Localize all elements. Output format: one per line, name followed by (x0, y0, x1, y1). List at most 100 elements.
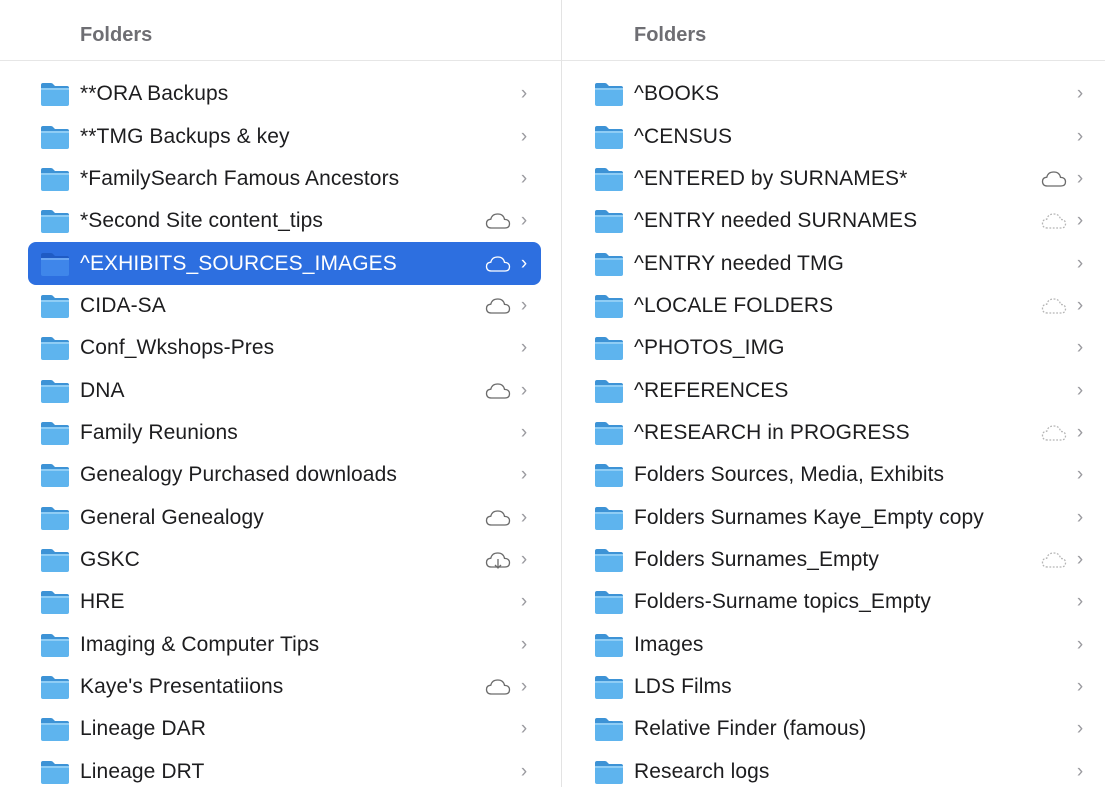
folder-row[interactable]: Folders Sources, Media, Exhibits › (584, 454, 1095, 496)
chevron-right-icon: › (1076, 464, 1084, 486)
cloud-dashed-icon (1041, 298, 1067, 314)
folder-name: ^EXHIBITS_SOURCES_IMAGES (80, 251, 397, 275)
folder-name: Kaye's Presentatiions (80, 674, 284, 698)
chevron-right-icon: › (520, 464, 528, 486)
cloud-icon (485, 679, 511, 695)
folder-row[interactable]: *Second Site content_tips › (28, 200, 541, 242)
chevron-right-icon: › (1076, 125, 1084, 147)
folder-row[interactable]: Lineage DAR › (28, 708, 541, 750)
folder-row[interactable]: ^BOOKS › (584, 73, 1095, 115)
chevron-right-icon: › (1076, 760, 1084, 782)
folder-row[interactable]: ^PHOTOS_IMG › (584, 327, 1095, 369)
left-column[interactable]: Folders **ORA Backups › **TMG Backups & ke… (0, 0, 562, 787)
folder-name: Conf_Wkshops-Pres (80, 336, 275, 360)
chevron-right-icon: › (520, 421, 528, 443)
folder-name: *FamilySearch Famous Ancestors (80, 166, 400, 190)
folder-row[interactable]: Kaye's Presentatiions › (28, 666, 541, 708)
folder-row[interactable]: ^RESEARCH in PROGRESS › (584, 412, 1095, 454)
folder-icon (595, 252, 623, 276)
folder-name: ^REFERENCES (634, 378, 789, 402)
folder-row[interactable]: ^REFERENCES › (584, 369, 1095, 411)
cloud-download-icon (485, 552, 511, 569)
cloud-dashed-icon (1041, 213, 1067, 229)
folder-row[interactable]: Images › (584, 623, 1095, 665)
chevron-right-icon: › (520, 760, 528, 782)
cloud-dashed-icon (1041, 425, 1067, 441)
folder-name: LDS Films (634, 674, 732, 698)
folder-row[interactable]: Folders-Surname topics_Empty › (584, 581, 1095, 623)
folder-row[interactable]: ^ENTERED by SURNAMES* › (584, 158, 1095, 200)
chevron-right-icon: › (1076, 337, 1084, 359)
folder-icon (41, 760, 69, 784)
folder-icon (41, 125, 69, 149)
folder-icon (41, 252, 69, 276)
folder-row[interactable]: Family Reunions › (28, 412, 541, 454)
folder-icon (595, 167, 623, 191)
folder-name: **ORA Backups (80, 82, 229, 106)
folder-row[interactable]: ^ENTRY needed TMG › (584, 242, 1095, 284)
folder-row[interactable]: Folders Surnames_Empty › (584, 539, 1095, 581)
folder-name: HRE (80, 590, 125, 614)
chevron-right-icon: › (1076, 506, 1084, 528)
folder-row[interactable]: *FamilySearch Famous Ancestors › (28, 158, 541, 200)
right-column-header: Folders (562, 0, 1105, 61)
folder-row[interactable]: Genealogy Purchased downloads › (28, 454, 541, 496)
chevron-right-icon: › (1076, 591, 1084, 613)
folder-name: **TMG Backups & key (80, 124, 290, 148)
folder-row[interactable]: ^LOCALE FOLDERS › (584, 285, 1095, 327)
folder-name: Lineage DRT (80, 759, 205, 783)
chevron-right-icon: › (1076, 633, 1084, 655)
chevron-right-icon: › (520, 506, 528, 528)
folder-row[interactable]: Research logs › (584, 751, 1095, 787)
folder-row[interactable]: Relative Finder (famous) › (584, 708, 1095, 750)
folder-name: GSKC (80, 547, 140, 571)
chevron-right-icon: › (520, 591, 528, 613)
folder-name: ^ENTERED by SURNAMES* (634, 166, 908, 190)
chevron-right-icon: › (1076, 83, 1084, 105)
folder-name: ^ENTRY needed TMG (634, 251, 844, 275)
folder-row[interactable]: Imaging & Computer Tips › (28, 623, 541, 665)
chevron-right-icon: › (520, 252, 528, 274)
folder-name: *Second Site content_tips (80, 209, 323, 233)
folder-name: Images (634, 632, 704, 656)
folder-name: Folders Surnames_Empty (634, 547, 879, 571)
chevron-right-icon: › (1076, 421, 1084, 443)
folder-name: Lineage DAR (80, 717, 207, 741)
chevron-right-icon: › (520, 337, 528, 359)
folder-icon (595, 633, 623, 657)
folder-row[interactable]: CIDA-SA › (28, 285, 541, 327)
left-folder-list: **ORA Backups › **TMG Backups & key › *Famil… (0, 73, 561, 787)
folder-row[interactable]: LDS Films › (584, 666, 1095, 708)
folder-icon (595, 83, 623, 107)
chevron-right-icon: › (520, 675, 528, 697)
folder-name: ^RESEARCH in PROGRESS (634, 420, 910, 444)
folder-row[interactable]: General Genealogy › (28, 496, 541, 538)
folder-row[interactable]: Folders Surnames Kaye_Empty copy › (584, 496, 1095, 538)
right-column[interactable]: Folders ^BOOKS › ^CENSUS › ^ENTERED by SURNA… (562, 0, 1105, 787)
chevron-right-icon: › (1076, 294, 1084, 316)
folder-row[interactable]: DNA › (28, 369, 541, 411)
folder-row[interactable]: **TMG Backups & key › (28, 115, 541, 157)
folder-icon (41, 83, 69, 107)
folder-name: General Genealogy (80, 505, 264, 529)
folder-icon (41, 548, 69, 572)
folder-row[interactable]: **ORA Backups › (28, 73, 541, 115)
folder-icon (595, 464, 623, 488)
folder-icon (41, 464, 69, 488)
folder-row[interactable]: ^EXHIBITS_SOURCES_IMAGES › (28, 242, 541, 285)
folder-name: Research logs (634, 759, 770, 783)
folder-row[interactable]: ^CENSUS › (584, 115, 1095, 157)
folder-icon (595, 718, 623, 742)
chevron-right-icon: › (520, 125, 528, 147)
folder-name: Genealogy Purchased downloads (80, 463, 397, 487)
chevron-right-icon: › (1076, 252, 1084, 274)
folder-row[interactable]: ^ENTRY needed SURNAMES › (584, 200, 1095, 242)
folder-icon (41, 675, 69, 699)
folder-row[interactable]: Lineage DRT › (28, 751, 541, 787)
folder-row[interactable]: HRE › (28, 581, 541, 623)
folder-icon (595, 760, 623, 784)
folder-row[interactable]: Conf_Wkshops-Pres › (28, 327, 541, 369)
folder-icon (595, 210, 623, 234)
folder-row[interactable]: GSKC › (28, 539, 541, 581)
cloud-icon (485, 213, 511, 229)
